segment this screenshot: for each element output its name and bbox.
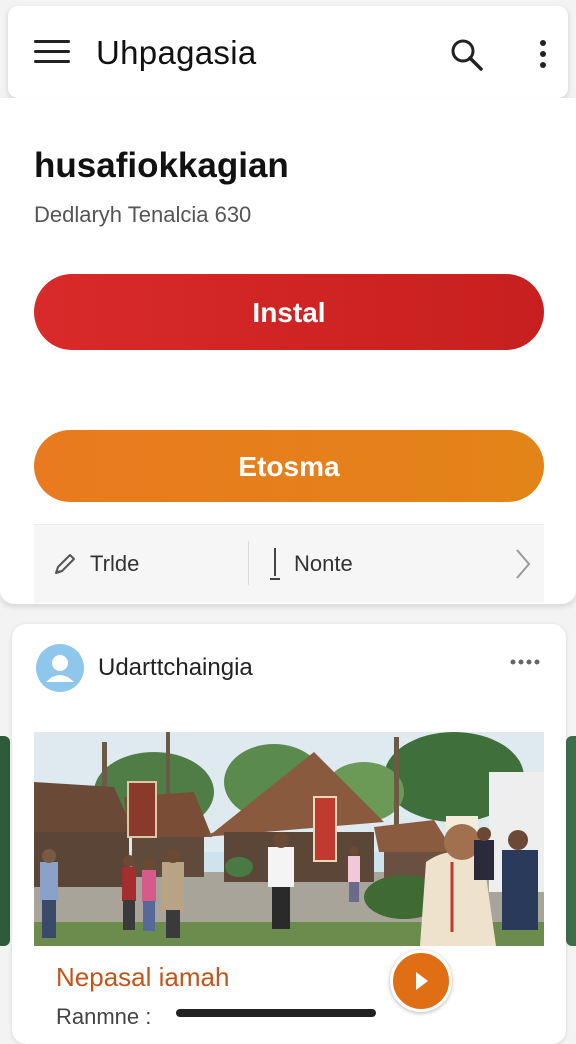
action-row: Trlde Nonte <box>34 524 544 603</box>
install-button[interactable]: Instal <box>34 274 544 350</box>
search-icon[interactable] <box>448 36 484 72</box>
top-app-bar: Uhpagasia <box>8 6 568 98</box>
chevron-right-icon[interactable] <box>514 547 532 581</box>
app-detail-card: husafiokkagian Dedlaryh Tenalcia 630 Ins… <box>0 98 576 604</box>
note-action[interactable]: Nonte <box>268 525 353 603</box>
post-meta: Ranmne : <box>56 1004 152 1029</box>
post-photo[interactable] <box>34 732 544 946</box>
more-horizontal-icon[interactable] <box>508 652 542 672</box>
bookmark-line-icon <box>270 548 280 580</box>
app-name: husafiokkagian <box>34 146 289 185</box>
pencil-icon <box>55 554 75 574</box>
action-divider <box>248 541 249 585</box>
next-card-peek[interactable] <box>566 736 576 946</box>
more-vertical-icon[interactable] <box>530 36 556 72</box>
post-caption: Nepasal iamah <box>56 962 230 992</box>
app-bar-title: Uhpagasia <box>96 34 257 71</box>
author-avatar[interactable] <box>36 644 84 692</box>
post-card: Udarttchaingia Nepasal iamah Ranmne: <box>12 624 566 1044</box>
home-indicator[interactable] <box>176 1009 376 1017</box>
trade-label: Trlde <box>90 551 140 576</box>
play-icon <box>416 972 428 990</box>
trade-action[interactable]: Trlde <box>50 525 139 603</box>
app-subtitle: Dedlaryh Tenalcia 630 <box>34 202 252 227</box>
previous-card-peek[interactable] <box>0 736 10 946</box>
hamburger-menu-icon[interactable] <box>34 40 70 66</box>
play-button[interactable] <box>390 950 452 1012</box>
note-label: Nonte <box>294 551 353 576</box>
post-author-name[interactable]: Udarttchaingia <box>98 654 253 682</box>
secondary-action-button[interactable]: Etosma <box>34 430 544 502</box>
